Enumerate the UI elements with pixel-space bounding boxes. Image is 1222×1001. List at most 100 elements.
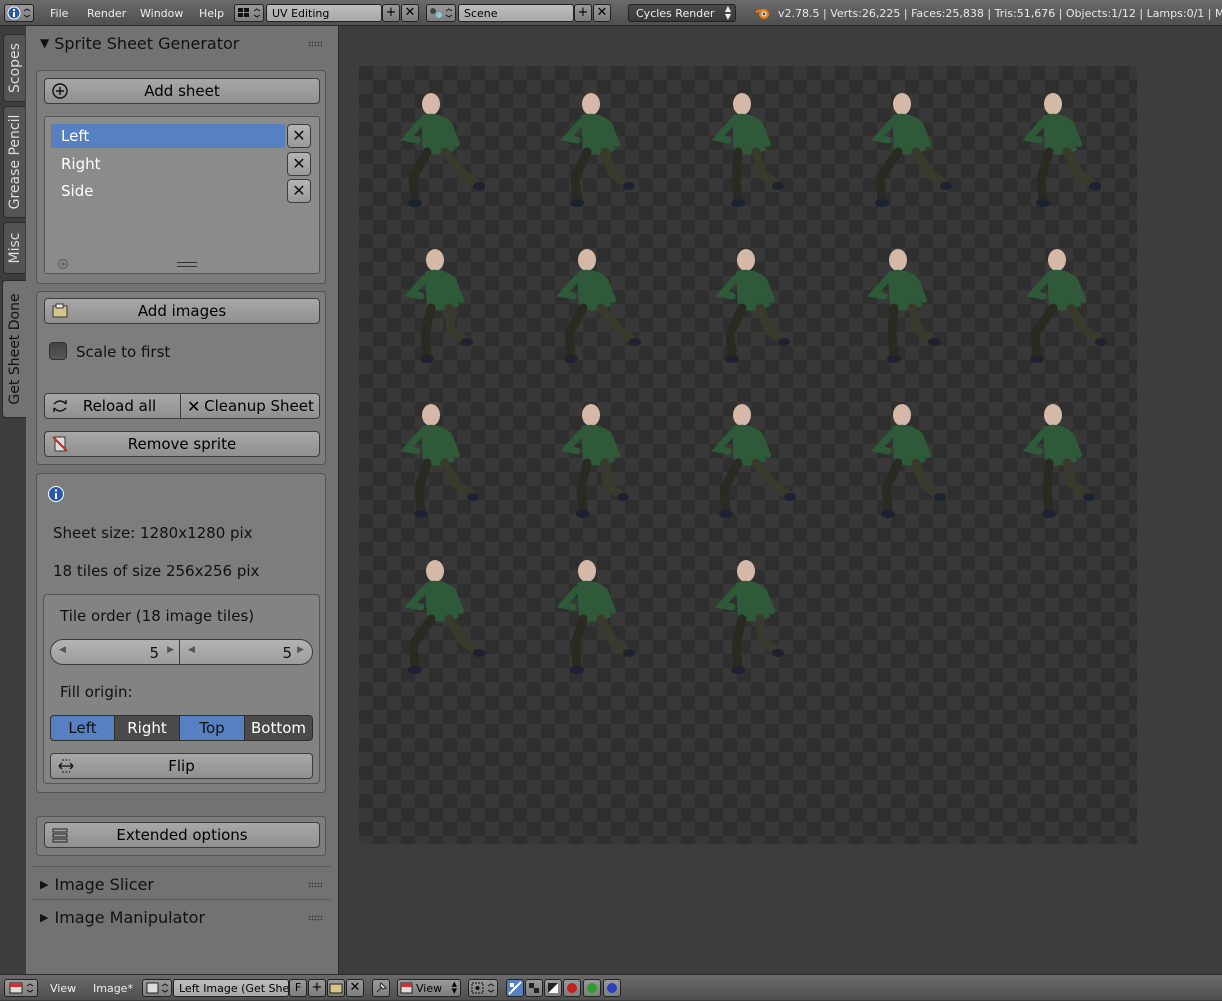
- image-folder-icon: [52, 303, 68, 318]
- list-filter-plus-icon[interactable]: [57, 258, 69, 270]
- menu-help[interactable]: Help: [199, 0, 224, 26]
- scene-icon-button[interactable]: [426, 4, 456, 22]
- menu-render[interactable]: Render: [87, 0, 126, 26]
- extended-options-button[interactable]: Extended options: [44, 822, 320, 848]
- new-image-button[interactable]: +: [308, 979, 326, 997]
- drag-grip-icon[interactable]: [308, 41, 322, 47]
- tab-grease-pencil[interactable]: Grease Pencil: [3, 106, 25, 218]
- display-channels-red-button[interactable]: [563, 979, 581, 997]
- arrow-right-icon: ▶: [297, 645, 304, 655]
- sprite-tile: [715, 248, 791, 363]
- display-channels-green-button[interactable]: [583, 979, 601, 997]
- fill-origin-top-button[interactable]: Top: [179, 715, 245, 741]
- arrow-right-icon: ▶: [167, 645, 174, 655]
- display-channels-rgb-alpha-button[interactable]: [506, 979, 524, 997]
- menu-window[interactable]: Window: [140, 0, 183, 26]
- mode-select[interactable]: View ▲ ▼: [397, 979, 461, 997]
- editor-type-button[interactable]: [4, 979, 38, 997]
- scale-to-first-label: Scale to first: [76, 343, 171, 361]
- list-resize-handle[interactable]: [177, 262, 197, 267]
- panel-title: Sprite Sheet Generator: [54, 33, 240, 53]
- image-editor-icon: [9, 982, 34, 994]
- sheet-size-text: Sheet size: 1280x1280 pix: [53, 524, 253, 542]
- panel-header-image-slicer[interactable]: ▶ Image Slicer: [40, 873, 154, 895]
- sheet-item-side[interactable]: Side: [51, 179, 285, 203]
- scene-field[interactable]: Scene: [458, 4, 574, 22]
- tool-tabs: Scopes Grease Pencil Misc Get Sheet Done: [0, 26, 26, 974]
- screen-layout-field[interactable]: UV Editing: [266, 4, 382, 22]
- fill-origin-buttons: Left Right Top Bottom: [50, 715, 313, 741]
- sprite-tile: [867, 248, 940, 363]
- close-icon: ✕: [187, 396, 201, 416]
- reload-all-button[interactable]: Reload all: [44, 393, 181, 419]
- display-channels-alpha-button[interactable]: [525, 979, 543, 997]
- browse-image-button[interactable]: [142, 979, 172, 997]
- plus-icon: +: [311, 980, 323, 995]
- render-engine-label: Cycles Render: [636, 6, 715, 20]
- fill-origin-left-button[interactable]: Left: [50, 715, 115, 741]
- sheet-item-right[interactable]: Right: [51, 152, 285, 176]
- cleanup-sheet-button[interactable]: ✕ Cleanup Sheet: [180, 393, 320, 419]
- render-engine-select[interactable]: Cycles Render ▲ ▼: [628, 4, 736, 22]
- panel-header-image-manipulator[interactable]: ▶ Image Manipulator: [40, 906, 205, 928]
- add-layout-button[interactable]: +: [382, 4, 400, 22]
- tab-get-sheet-done[interactable]: Get Sheet Done: [2, 280, 26, 418]
- fake-user-button[interactable]: F: [289, 979, 307, 997]
- close-icon: ✕: [292, 181, 306, 200]
- display-channels-z-button[interactable]: [544, 979, 562, 997]
- remove-image-icon: [52, 436, 68, 452]
- blender-logo: [754, 0, 772, 26]
- tab-scopes[interactable]: Scopes: [3, 34, 25, 102]
- add-sheet-button[interactable]: Add sheet: [44, 78, 320, 104]
- delete-layout-button[interactable]: ✕: [401, 4, 419, 22]
- drag-grip-icon[interactable]: [308, 882, 322, 888]
- panel-header-sprite-sheet[interactable]: ▼ Sprite Sheet Generator: [40, 32, 239, 54]
- screen-layout-icon-button[interactable]: [234, 4, 264, 22]
- add-images-button[interactable]: Add images: [44, 298, 320, 324]
- blender-logo-icon: [755, 9, 769, 19]
- remove-sheet-left-button[interactable]: ✕: [287, 124, 311, 148]
- delete-scene-button[interactable]: ✕: [593, 4, 611, 22]
- tab-misc[interactable]: Misc: [3, 222, 25, 274]
- image-editor-viewport[interactable]: [339, 26, 1222, 974]
- tile-rows-field[interactable]: ◀ 5 ▶: [179, 639, 313, 665]
- fill-origin-label: Fill origin:: [60, 683, 133, 701]
- sheet-list: Left ✕ Right ✕ Side ✕: [44, 116, 320, 274]
- scale-to-first-checkbox[interactable]: [49, 342, 67, 360]
- fill-origin-bottom-button[interactable]: Bottom: [244, 715, 313, 741]
- menu-image[interactable]: Image*: [93, 975, 133, 1001]
- layout-grid-icon: [238, 8, 261, 18]
- open-image-button[interactable]: [327, 979, 345, 997]
- drag-grip-icon[interactable]: [308, 915, 322, 921]
- image-name-field[interactable]: Left Image (Get She...: [173, 979, 289, 997]
- pivot-select[interactable]: [468, 979, 498, 997]
- editor-type-button[interactable]: [4, 4, 34, 22]
- add-scene-button[interactable]: +: [574, 4, 592, 22]
- pin-button[interactable]: [372, 979, 390, 997]
- tile-columns-field[interactable]: ◀ 5 ▶: [50, 639, 180, 665]
- extended-options-box: Extended options: [36, 816, 326, 856]
- close-icon: ✕: [596, 5, 608, 20]
- sprite-tile: [400, 93, 485, 207]
- remove-sheet-side-button[interactable]: ✕: [287, 179, 311, 203]
- sprite-tile: [711, 93, 785, 207]
- tool-panel: ▼ Sprite Sheet Generator Add sheet Left …: [26, 26, 339, 974]
- scene-icon: [430, 8, 453, 18]
- images-box: Add images Scale to first Reload all ✕ C…: [36, 291, 326, 465]
- blue-channel-icon: [607, 983, 617, 993]
- sheet-item-left[interactable]: Left: [51, 124, 285, 148]
- panel-separator: [32, 866, 330, 867]
- image-editor-header: View Image* Left Image (Get She... F + ✕…: [0, 974, 1222, 1000]
- fill-origin-right-button[interactable]: Right: [114, 715, 180, 741]
- unlink-image-button[interactable]: ✕: [346, 979, 364, 997]
- sprite-tile: [559, 404, 629, 519]
- sprite-tile: [715, 559, 785, 674]
- remove-sprite-button[interactable]: Remove sprite: [44, 431, 320, 457]
- list-lines-icon: [52, 828, 68, 843]
- flip-button[interactable]: Flip: [50, 753, 313, 779]
- menu-file[interactable]: File: [50, 0, 68, 26]
- sprite-sheet-image[interactable]: [359, 66, 1137, 844]
- menu-view[interactable]: View: [50, 975, 76, 1001]
- remove-sheet-right-button[interactable]: ✕: [287, 152, 311, 176]
- display-channels-blue-button[interactable]: [603, 979, 621, 997]
